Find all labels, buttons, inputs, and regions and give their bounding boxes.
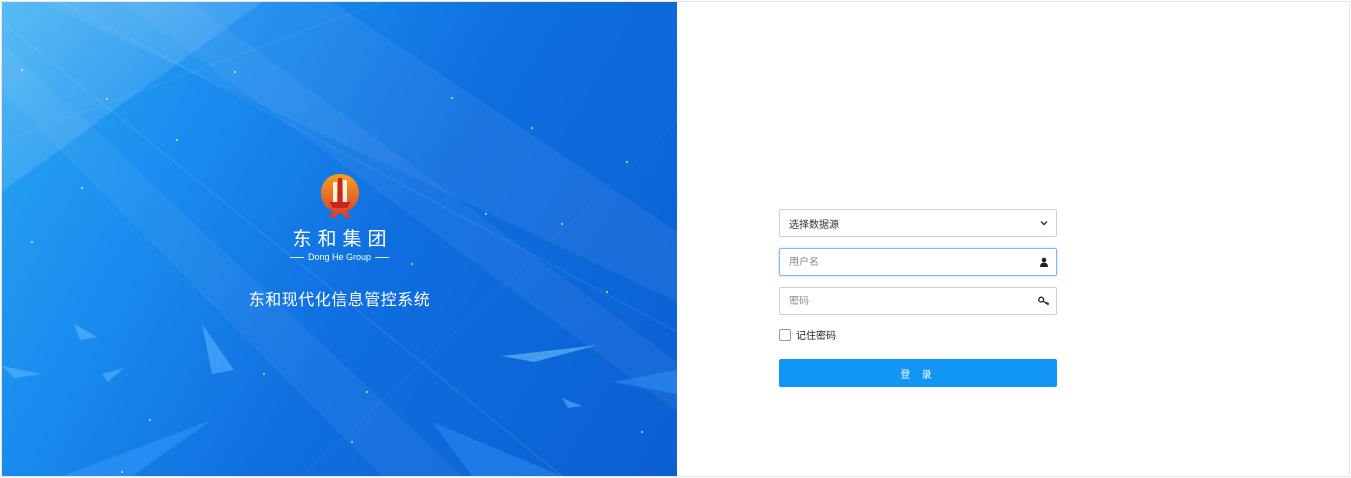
company-logo-block: 东和集团 Dong He Group [2, 172, 677, 262]
remember-password-checkbox[interactable] [779, 328, 791, 341]
user-icon [1032, 249, 1056, 275]
datasource-select-value: 选择数据源 [789, 219, 839, 231]
password-input[interactable] [780, 295, 1032, 307]
company-name-cn: 东和集团 [292, 228, 393, 250]
key-icon [1032, 288, 1056, 314]
divider-line [375, 256, 390, 258]
username-field[interactable] [779, 248, 1057, 276]
dong-he-logo-icon [320, 174, 359, 218]
login-button[interactable]: 登 录 [779, 359, 1057, 387]
company-name-en: Dong He Group [307, 252, 372, 262]
datasource-select[interactable]: 选择数据源 [779, 209, 1057, 237]
divider-line [289, 256, 304, 258]
remember-password-toggle[interactable]: 记住密码 [779, 327, 1057, 342]
username-input[interactable] [780, 256, 1032, 268]
remember-password-label: 记住密码 [796, 331, 836, 342]
system-title: 东和现代化信息管控系统 [248, 290, 431, 309]
hero-panel: 东和集团 Dong He Group 东和现代化信息管控系统 [2, 2, 677, 476]
chevron-down-icon[interactable] [1032, 210, 1056, 236]
password-field[interactable] [779, 287, 1057, 315]
login-form: 选择数据源 记住密码 登 录 [779, 209, 1057, 387]
company-name-en-row: Dong He Group [289, 252, 390, 262]
